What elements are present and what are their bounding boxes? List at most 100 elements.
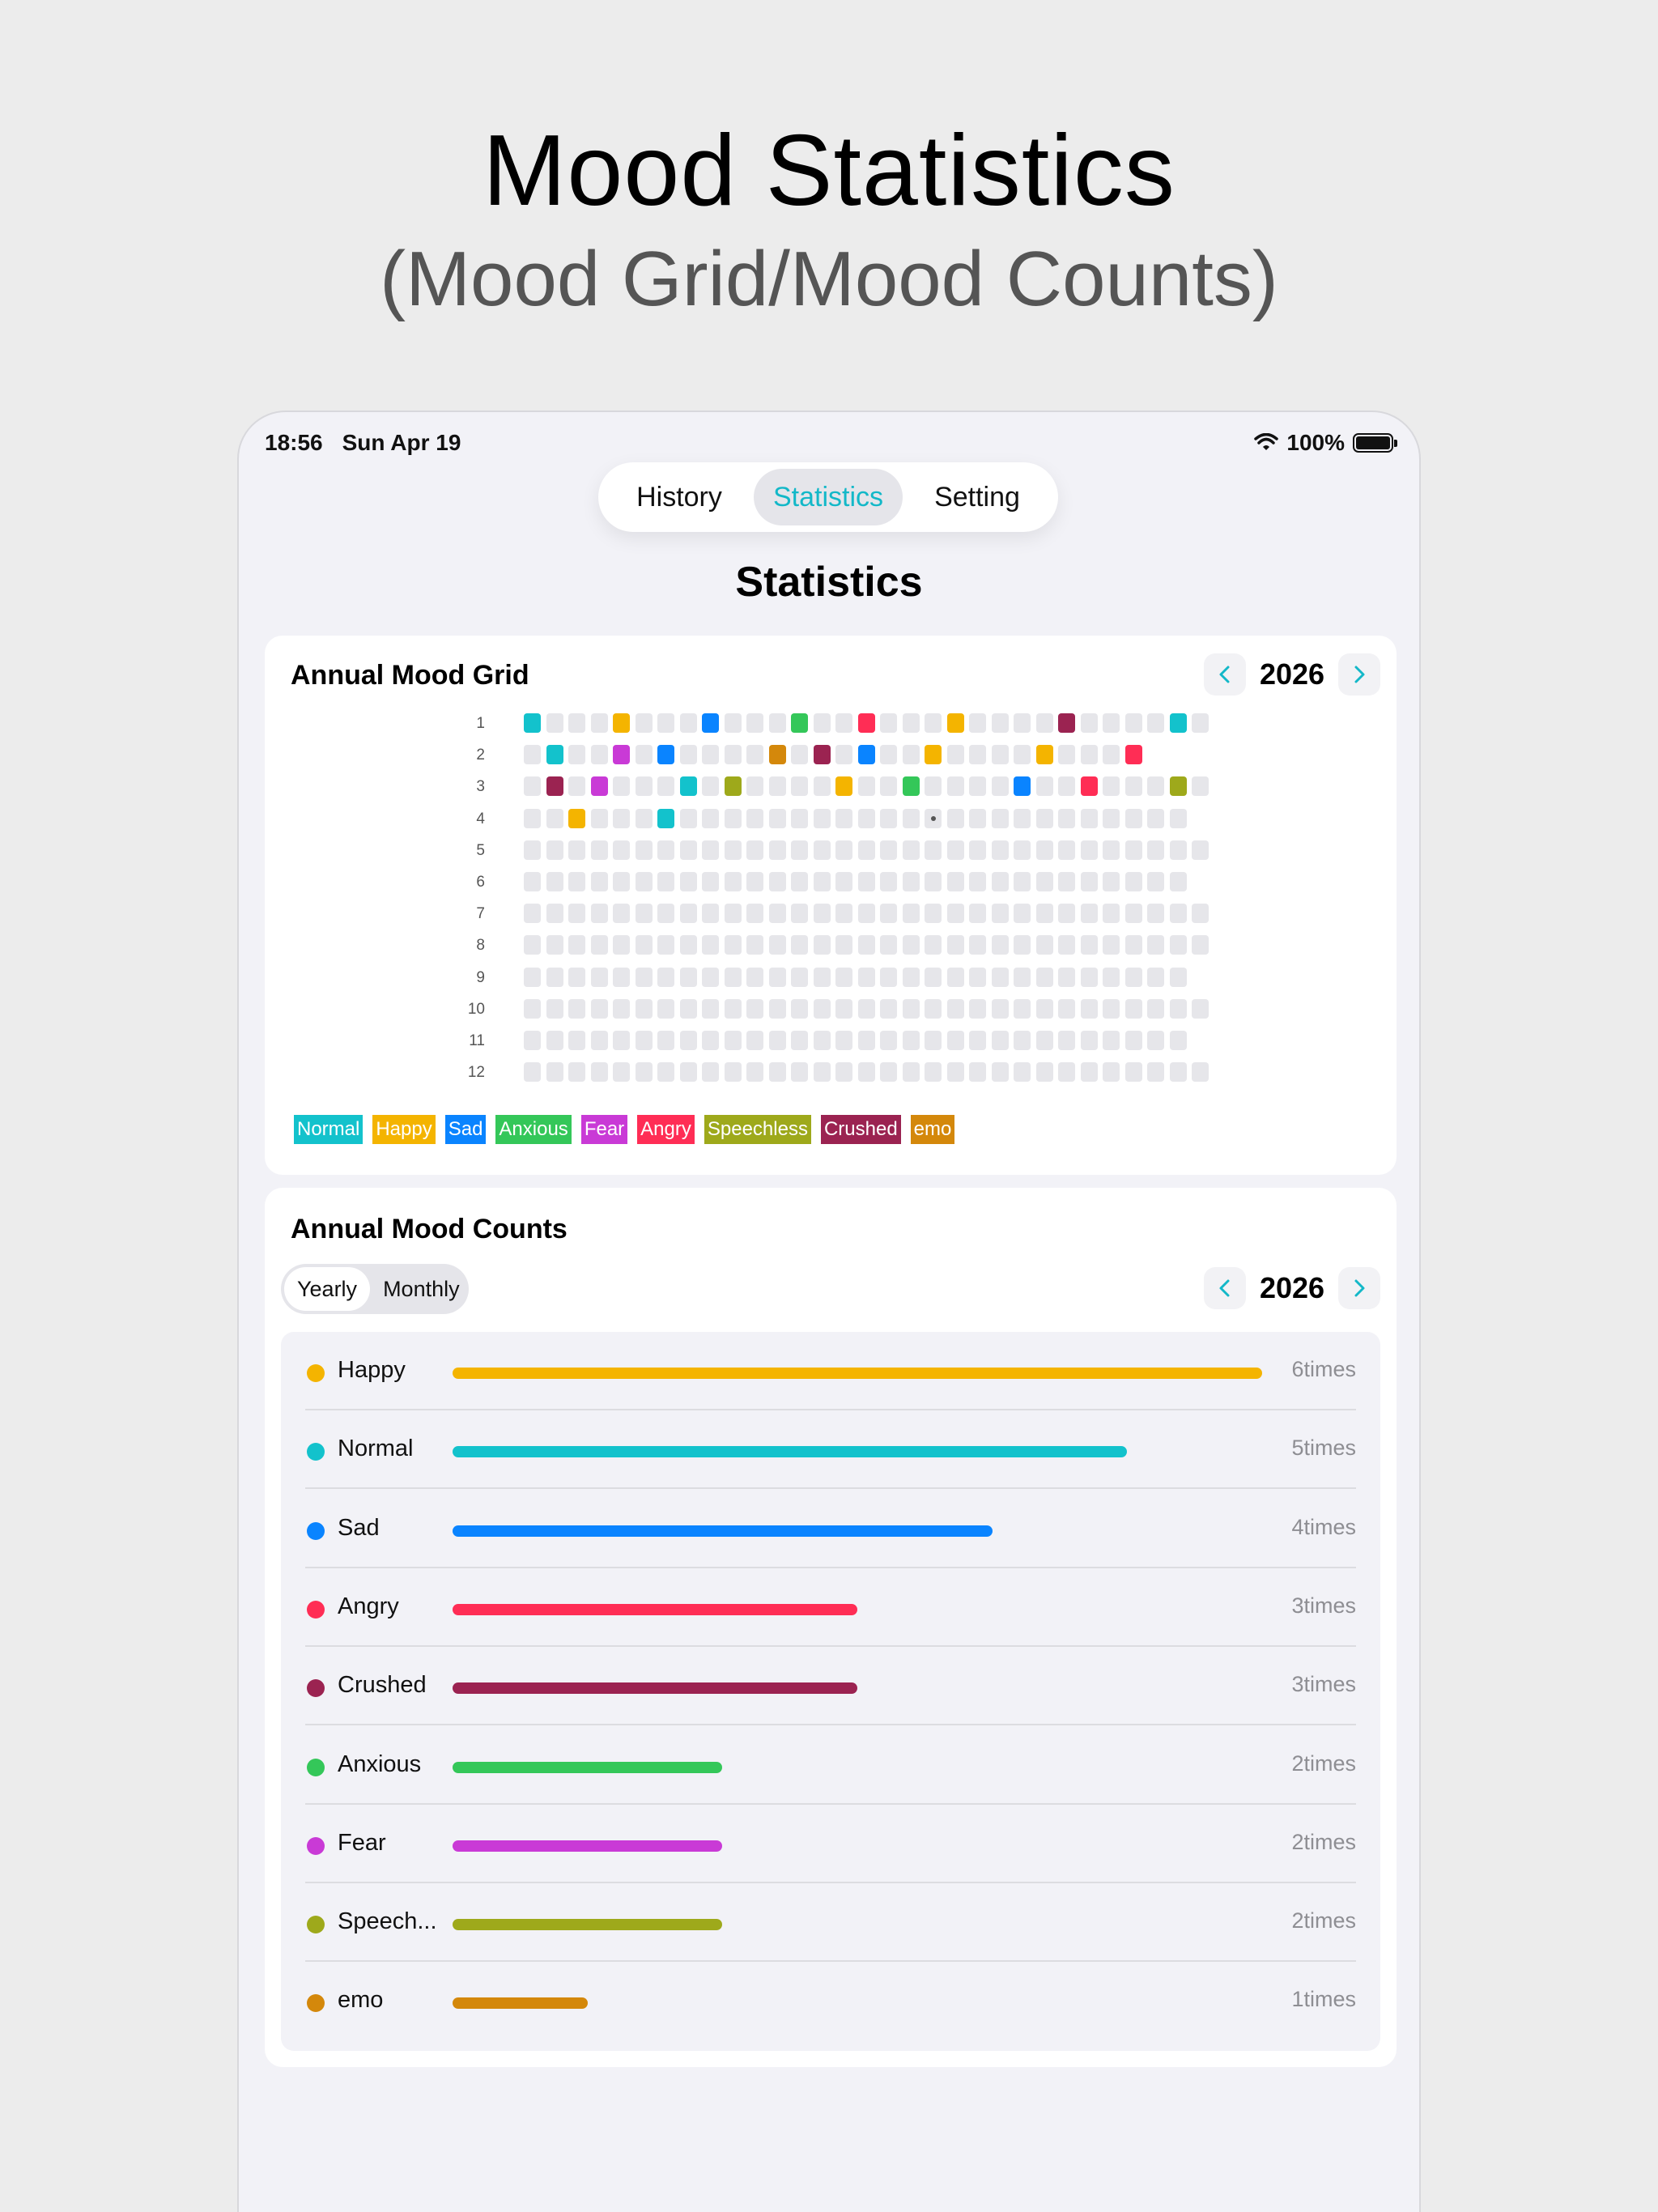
day-cell[interactable] xyxy=(636,999,653,1019)
day-cell[interactable] xyxy=(680,713,697,733)
day-cell[interactable] xyxy=(925,713,942,733)
day-cell[interactable] xyxy=(568,840,585,860)
day-cell[interactable] xyxy=(1125,809,1142,828)
day-cell[interactable] xyxy=(969,745,986,764)
day-cell[interactable] xyxy=(947,1062,964,1082)
day-cell[interactable] xyxy=(969,872,986,891)
day-cell[interactable] xyxy=(880,840,897,860)
day-cell[interactable] xyxy=(947,840,964,860)
day-cell[interactable] xyxy=(814,745,831,764)
day-cell[interactable] xyxy=(657,776,674,796)
day-cell[interactable] xyxy=(746,1062,763,1082)
day-cell[interactable] xyxy=(969,776,986,796)
day-cell[interactable] xyxy=(591,840,608,860)
day-cell[interactable] xyxy=(1036,809,1053,828)
day-cell[interactable] xyxy=(725,904,742,923)
day-cell[interactable] xyxy=(992,713,1009,733)
day-cell[interactable] xyxy=(546,745,563,764)
day-cell[interactable] xyxy=(613,1062,630,1082)
day-cell[interactable] xyxy=(791,1031,808,1050)
day-cell[interactable] xyxy=(591,1062,608,1082)
day-cell[interactable] xyxy=(1014,872,1031,891)
day-cell[interactable] xyxy=(1014,904,1031,923)
day-cell[interactable] xyxy=(636,968,653,987)
day-cell[interactable] xyxy=(568,1062,585,1082)
day-cell[interactable] xyxy=(746,809,763,828)
day-cell[interactable] xyxy=(814,1062,831,1082)
day-cell[interactable] xyxy=(769,968,786,987)
day-cell[interactable] xyxy=(992,1062,1009,1082)
day-cell[interactable] xyxy=(613,713,630,733)
day-cell[interactable] xyxy=(1192,904,1209,923)
day-cell[interactable] xyxy=(591,745,608,764)
day-cell[interactable] xyxy=(1125,935,1142,955)
day-cell[interactable] xyxy=(947,999,964,1019)
day-cell[interactable] xyxy=(524,999,541,1019)
day-cell[interactable] xyxy=(524,745,541,764)
day-cell[interactable] xyxy=(680,745,697,764)
yearly-option[interactable]: Yearly xyxy=(284,1267,371,1311)
day-cell[interactable] xyxy=(1058,872,1075,891)
day-cell[interactable] xyxy=(1014,999,1031,1019)
day-cell[interactable] xyxy=(1147,904,1164,923)
day-cell[interactable] xyxy=(591,809,608,828)
day-cell[interactable] xyxy=(880,999,897,1019)
mood-count-row[interactable]: Fear 2times xyxy=(305,1805,1356,1883)
day-cell[interactable] xyxy=(1058,745,1075,764)
day-cell[interactable] xyxy=(1170,840,1187,860)
day-cell[interactable] xyxy=(1103,713,1120,733)
day-cell[interactable] xyxy=(903,1031,920,1050)
day-cell[interactable] xyxy=(769,713,786,733)
day-cell[interactable] xyxy=(858,776,875,796)
day-cell[interactable] xyxy=(858,935,875,955)
day-cell[interactable] xyxy=(636,872,653,891)
day-cell[interactable] xyxy=(1058,904,1075,923)
day-cell[interactable] xyxy=(746,935,763,955)
day-cell[interactable] xyxy=(746,713,763,733)
day-cell[interactable] xyxy=(1170,1062,1187,1082)
day-cell[interactable] xyxy=(947,904,964,923)
day-cell[interactable] xyxy=(702,809,719,828)
day-cell[interactable] xyxy=(925,809,942,828)
day-cell[interactable] xyxy=(1147,713,1164,733)
day-cell[interactable] xyxy=(992,745,1009,764)
day-cell[interactable] xyxy=(1192,776,1209,796)
day-cell[interactable] xyxy=(1036,745,1053,764)
day-cell[interactable] xyxy=(1081,809,1098,828)
day-cell[interactable] xyxy=(613,968,630,987)
day-cell[interactable] xyxy=(947,745,964,764)
day-cell[interactable] xyxy=(880,713,897,733)
day-cell[interactable] xyxy=(568,935,585,955)
day-cell[interactable] xyxy=(835,872,852,891)
day-cell[interactable] xyxy=(591,776,608,796)
day-cell[interactable] xyxy=(546,999,563,1019)
day-cell[interactable] xyxy=(969,713,986,733)
day-cell[interactable] xyxy=(657,809,674,828)
day-cell[interactable] xyxy=(1036,968,1053,987)
day-cell[interactable] xyxy=(1081,935,1098,955)
day-cell[interactable] xyxy=(903,968,920,987)
day-cell[interactable] xyxy=(657,999,674,1019)
grid-prev-year-button[interactable] xyxy=(1204,653,1246,696)
day-cell[interactable] xyxy=(769,904,786,923)
day-cell[interactable] xyxy=(947,713,964,733)
day-cell[interactable] xyxy=(903,904,920,923)
day-cell[interactable] xyxy=(568,809,585,828)
day-cell[interactable] xyxy=(636,904,653,923)
day-cell[interactable] xyxy=(814,935,831,955)
day-cell[interactable] xyxy=(992,1031,1009,1050)
day-cell[interactable] xyxy=(524,840,541,860)
day-cell[interactable] xyxy=(969,1031,986,1050)
tab-history[interactable]: History xyxy=(605,469,754,525)
day-cell[interactable] xyxy=(1036,1062,1053,1082)
day-cell[interactable] xyxy=(1103,904,1120,923)
day-cell[interactable] xyxy=(1147,840,1164,860)
day-cell[interactable] xyxy=(769,1062,786,1082)
day-cell[interactable] xyxy=(880,776,897,796)
day-cell[interactable] xyxy=(880,1031,897,1050)
mood-count-row[interactable]: Angry 3times xyxy=(305,1568,1356,1647)
day-cell[interactable] xyxy=(814,1031,831,1050)
day-cell[interactable] xyxy=(880,935,897,955)
day-cell[interactable] xyxy=(1058,968,1075,987)
day-cell[interactable] xyxy=(546,968,563,987)
